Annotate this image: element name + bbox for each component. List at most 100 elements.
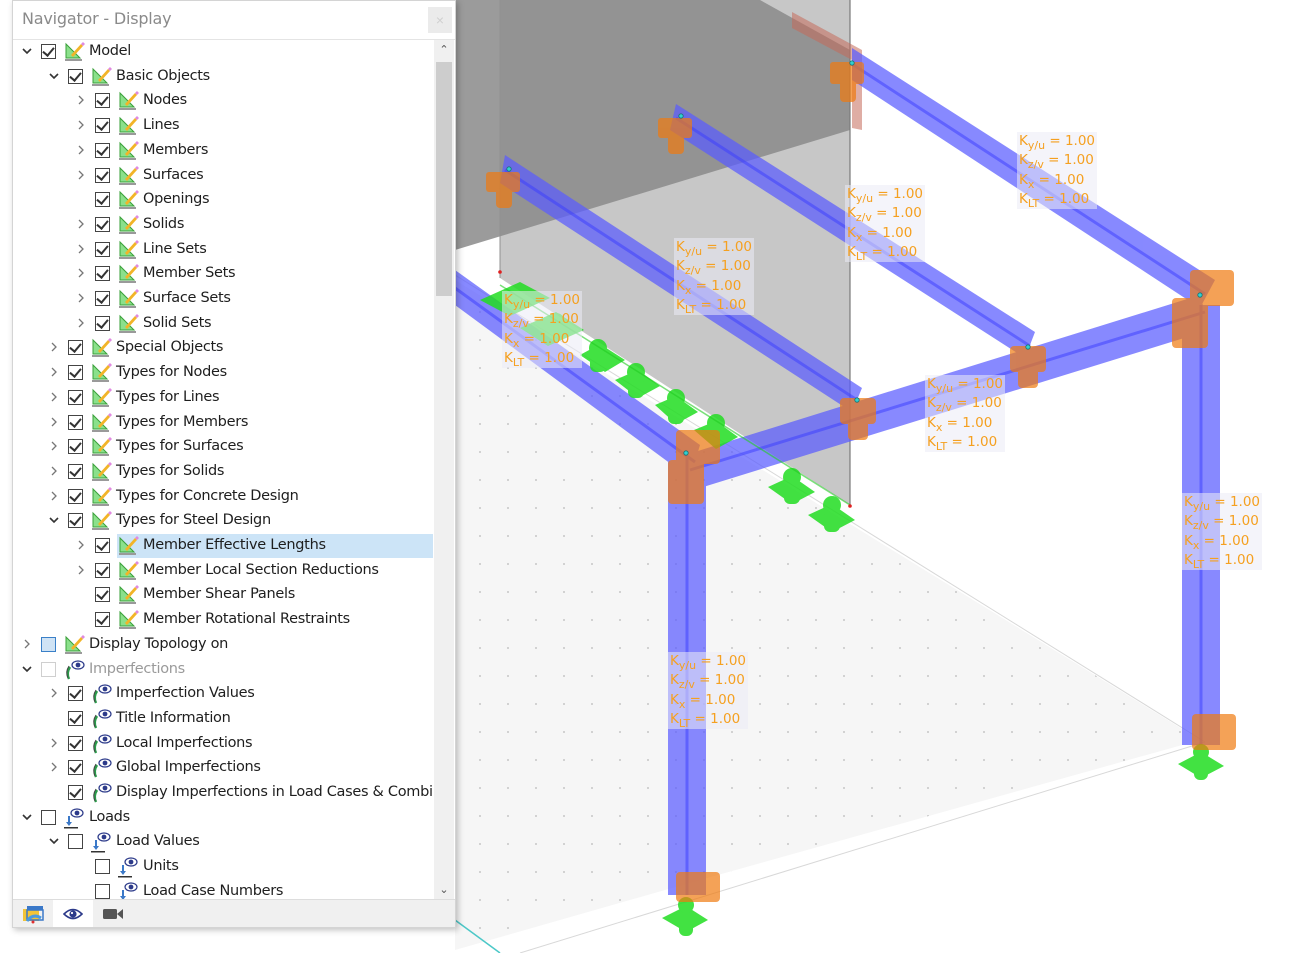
tree-item[interactable]: Types for Lines bbox=[13, 386, 433, 410]
scrollbar-thumb[interactable] bbox=[436, 62, 452, 296]
checkbox[interactable] bbox=[68, 463, 83, 479]
tree-item[interactable]: Title Information bbox=[13, 707, 433, 731]
chevron-right-icon[interactable] bbox=[75, 266, 87, 282]
chevron-right-icon[interactable] bbox=[48, 390, 60, 406]
tree-item[interactable]: Types for Steel Design bbox=[13, 509, 433, 533]
chevron-right-icon[interactable] bbox=[75, 563, 87, 579]
chevron-right-icon[interactable] bbox=[75, 538, 87, 554]
checkbox[interactable] bbox=[95, 216, 110, 232]
checkbox[interactable] bbox=[68, 488, 83, 504]
chevron-right-icon[interactable] bbox=[75, 143, 87, 159]
checkbox[interactable] bbox=[95, 192, 110, 208]
checkbox[interactable] bbox=[95, 167, 110, 183]
checkbox[interactable] bbox=[95, 142, 110, 158]
tree-item[interactable]: Solid Sets bbox=[13, 312, 433, 336]
tree-item[interactable]: Solids bbox=[13, 213, 433, 237]
checkbox[interactable] bbox=[95, 241, 110, 257]
tree-item[interactable]: Members bbox=[13, 139, 433, 163]
checkbox[interactable] bbox=[68, 414, 83, 430]
checkbox[interactable] bbox=[68, 686, 83, 702]
tree-item[interactable]: Line Sets bbox=[13, 238, 433, 262]
checkbox[interactable] bbox=[41, 809, 56, 825]
tree-item[interactable]: Load Case Numbers bbox=[13, 880, 433, 900]
chevron-right-icon[interactable] bbox=[48, 489, 60, 505]
tree-item[interactable]: Global Imperfections bbox=[13, 756, 433, 780]
tree-item[interactable]: Imperfections bbox=[13, 658, 433, 682]
checkbox[interactable] bbox=[95, 93, 110, 109]
checkbox[interactable] bbox=[95, 562, 110, 578]
tree-item[interactable]: Display Imperfections in Load Cases & Co… bbox=[13, 781, 433, 805]
tree-item[interactable]: Units bbox=[13, 855, 433, 879]
checkbox[interactable] bbox=[68, 439, 83, 455]
tree-item[interactable]: Member Sets bbox=[13, 262, 433, 286]
checkbox[interactable] bbox=[95, 266, 110, 282]
tree-item[interactable]: Member Rotational Restraints bbox=[13, 608, 433, 632]
chevron-down-icon[interactable] bbox=[48, 834, 60, 850]
checkbox[interactable] bbox=[41, 661, 56, 677]
tree-item[interactable]: Types for Concrete Design bbox=[13, 485, 433, 509]
checkbox[interactable] bbox=[68, 68, 83, 84]
checkbox[interactable] bbox=[95, 859, 110, 875]
tree-item[interactable]: Display Topology on bbox=[13, 633, 433, 657]
checkbox[interactable] bbox=[41, 636, 56, 652]
checkbox[interactable] bbox=[95, 291, 110, 306]
tree-item[interactable]: Member Local Section Reductions bbox=[13, 559, 433, 583]
chevron-right-icon[interactable] bbox=[48, 760, 60, 776]
chevron-down-icon[interactable] bbox=[48, 513, 60, 529]
chevron-down-icon[interactable] bbox=[21, 810, 33, 826]
chevron-right-icon[interactable] bbox=[75, 316, 87, 332]
data-tab[interactable] bbox=[13, 900, 53, 927]
checkbox[interactable] bbox=[95, 587, 110, 603]
tree-item[interactable]: Basic Objects bbox=[13, 65, 433, 89]
chevron-right-icon[interactable] bbox=[75, 93, 87, 109]
checkbox[interactable] bbox=[68, 710, 83, 726]
tree-item[interactable]: Types for Surfaces bbox=[13, 435, 433, 459]
checkbox[interactable] bbox=[95, 315, 110, 331]
close-button[interactable]: × bbox=[428, 7, 452, 33]
chevron-right-icon[interactable] bbox=[48, 439, 60, 455]
checkbox[interactable] bbox=[68, 389, 83, 405]
tree-item[interactable]: Model bbox=[13, 40, 433, 64]
tree-item[interactable]: Types for Nodes bbox=[13, 361, 433, 385]
chevron-right-icon[interactable] bbox=[75, 118, 87, 134]
tree-item[interactable]: Types for Solids bbox=[13, 460, 433, 484]
chevron-right-icon[interactable] bbox=[21, 637, 33, 653]
chevron-right-icon[interactable] bbox=[48, 736, 60, 752]
tree-item[interactable]: Local Imperfections bbox=[13, 732, 433, 756]
chevron-right-icon[interactable] bbox=[48, 415, 60, 431]
tree-item[interactable]: Member Effective Lengths bbox=[13, 534, 433, 558]
checkbox[interactable] bbox=[68, 735, 83, 751]
tree-item[interactable]: Surface Sets bbox=[13, 287, 433, 311]
checkbox[interactable] bbox=[68, 340, 83, 356]
checkbox[interactable] bbox=[68, 513, 83, 529]
views-tab[interactable] bbox=[93, 900, 133, 927]
chevron-right-icon[interactable] bbox=[48, 464, 60, 480]
chevron-right-icon[interactable] bbox=[75, 291, 87, 307]
chevron-down-icon[interactable] bbox=[48, 69, 60, 85]
checkbox[interactable] bbox=[68, 785, 83, 800]
chevron-right-icon[interactable] bbox=[48, 340, 60, 356]
tree-item[interactable]: Loads bbox=[13, 806, 433, 830]
chevron-right-icon[interactable] bbox=[75, 242, 87, 258]
chevron-down-icon[interactable] bbox=[21, 44, 33, 60]
tree-item[interactable]: Openings bbox=[13, 188, 433, 212]
chevron-right-icon[interactable] bbox=[75, 217, 87, 233]
tree-item[interactable]: Nodes bbox=[13, 89, 433, 113]
display-tab[interactable] bbox=[53, 900, 93, 927]
tree-item[interactable]: Lines bbox=[13, 114, 433, 138]
checkbox[interactable] bbox=[95, 118, 110, 134]
checkbox[interactable] bbox=[95, 538, 110, 553]
vertical-scrollbar[interactable]: ⌃ ⌄ bbox=[434, 40, 454, 900]
scroll-down-button[interactable]: ⌄ bbox=[434, 880, 454, 900]
tree-item[interactable]: Load Values bbox=[13, 830, 433, 854]
chevron-right-icon[interactable] bbox=[48, 686, 60, 702]
checkbox[interactable] bbox=[68, 834, 83, 850]
chevron-right-icon[interactable] bbox=[75, 168, 87, 184]
tree-item[interactable]: Special Objects bbox=[13, 336, 433, 360]
checkbox[interactable] bbox=[95, 612, 110, 628]
scroll-up-button[interactable]: ⌃ bbox=[434, 40, 454, 60]
checkbox[interactable] bbox=[68, 760, 83, 776]
chevron-down-icon[interactable] bbox=[21, 662, 33, 678]
chevron-right-icon[interactable] bbox=[48, 365, 60, 381]
tree-item[interactable]: Imperfection Values bbox=[13, 682, 433, 706]
